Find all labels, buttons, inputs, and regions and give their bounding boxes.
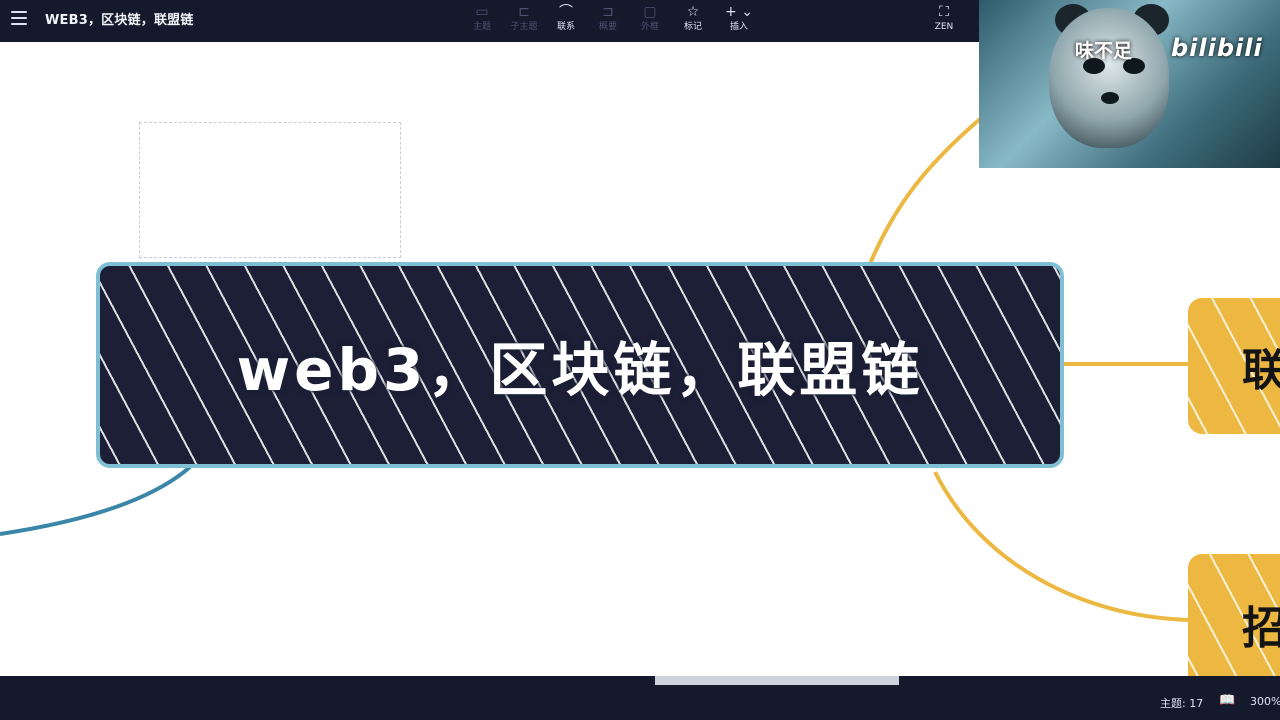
summary-button[interactable]: ⊐ 概要 bbox=[584, 3, 632, 33]
plus-icon: + ⌄ bbox=[725, 4, 753, 20]
subtopic-icon: ⊏ bbox=[518, 4, 530, 20]
boundary-icon: ▢ bbox=[643, 4, 657, 20]
selection-placeholder bbox=[139, 122, 401, 258]
insert-button[interactable]: + ⌄ 插入 bbox=[715, 3, 763, 33]
subtopic-1-text: 联 bbox=[1242, 345, 1280, 396]
video-caption: 味不足 bbox=[1075, 40, 1133, 62]
subtopic-2[interactable]: 招 bbox=[1188, 554, 1280, 676]
panda-nose bbox=[1101, 92, 1119, 104]
zoom-level[interactable]: 300% bbox=[1250, 695, 1280, 708]
subtopic-2-text: 招 bbox=[1242, 603, 1280, 654]
relationship-icon: ⌒ bbox=[559, 4, 573, 20]
subtopic-button[interactable]: ⊏ 子主题 bbox=[500, 3, 548, 33]
status-bar: 主题: 17 📖 300% bbox=[0, 676, 1280, 720]
zen-mode-button[interactable]: ⛶ ZEN bbox=[920, 3, 968, 33]
topic-button[interactable]: ▭ 主题 bbox=[458, 3, 506, 33]
horizontal-scrollbar[interactable] bbox=[655, 676, 899, 685]
document-title[interactable]: WEB3，区块链，联盟链 bbox=[45, 9, 194, 28]
book-icon[interactable]: 📖 bbox=[1219, 693, 1235, 708]
bilibili-logo: bilibili bbox=[1171, 34, 1263, 62]
panda-image bbox=[1049, 8, 1169, 148]
branch-line-sub2 bbox=[933, 471, 1191, 622]
subtopic-1[interactable]: 联 bbox=[1188, 298, 1280, 434]
relationship-button[interactable]: ⌒ 联系 bbox=[542, 3, 590, 33]
video-overlay: 味不足 bilibili bbox=[979, 0, 1280, 168]
central-topic[interactable]: web3，区块链，联盟链 bbox=[96, 262, 1064, 468]
hamburger-menu-icon[interactable] bbox=[11, 11, 27, 25]
branch-line-left bbox=[0, 465, 192, 536]
fullscreen-icon: ⛶ bbox=[939, 4, 949, 20]
topic-count: 主题: 17 bbox=[1160, 697, 1204, 710]
topic-icon: ▭ bbox=[475, 4, 489, 20]
star-icon: ☆ bbox=[686, 4, 700, 20]
central-topic-text: web3，区块链，联盟链 bbox=[236, 336, 924, 404]
summary-icon: ⊐ bbox=[602, 4, 614, 20]
boundary-button[interactable]: ▢ 外框 bbox=[626, 3, 674, 33]
marker-button[interactable]: ☆ 标记 bbox=[669, 3, 717, 33]
